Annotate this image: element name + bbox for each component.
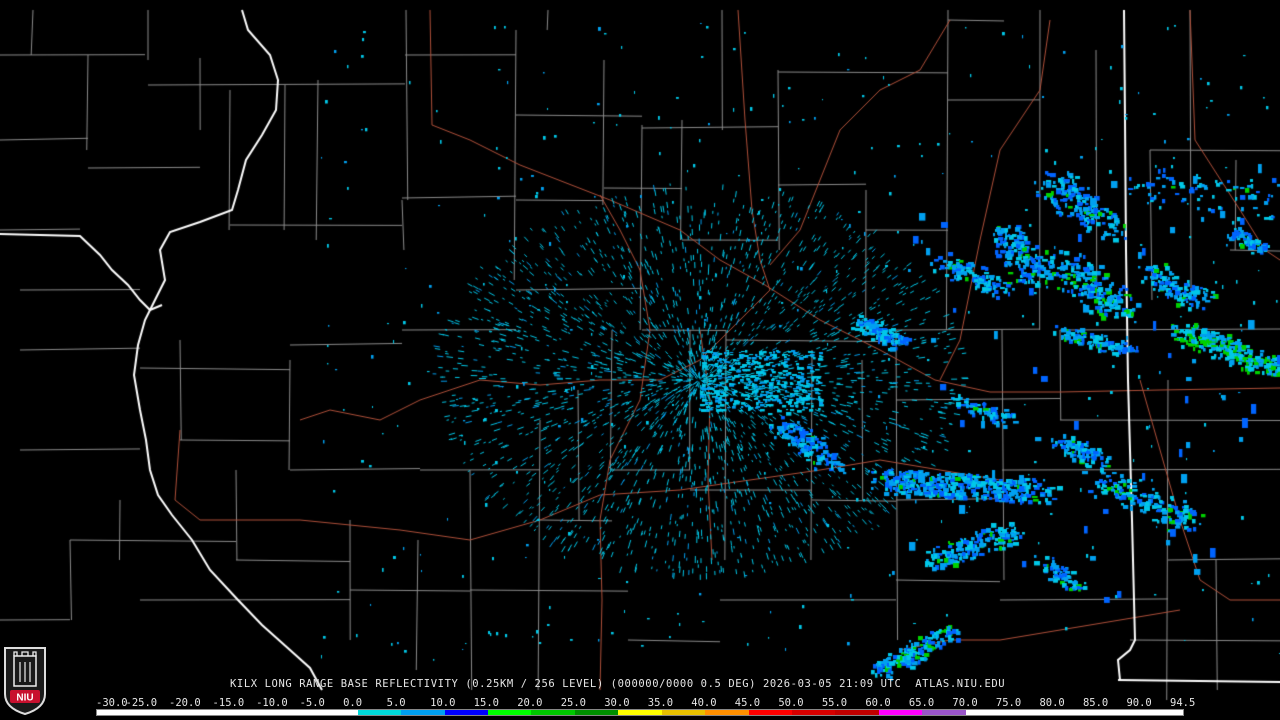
scale-label: 55.0 [821,697,848,709]
scale-label: 75.0 [995,697,1022,709]
scale-label: 35.0 [647,697,674,709]
color-bar-segment [314,710,358,715]
logo-text: NIU [16,693,33,704]
color-bar-segment [1139,710,1183,715]
color-bar-segment [661,710,706,715]
scale-label: 5.0 [386,697,406,709]
scale-label: 25.0 [560,697,587,709]
scale-label: -10.0 [256,697,288,709]
scale-label: -25.0 [125,697,158,709]
scale-label: 70.0 [952,697,978,709]
color-bar-segment [444,710,488,715]
scale-label: 65.0 [908,697,935,709]
color-bar-segment [922,710,966,715]
color-bar-segment [227,710,271,715]
scale-label: 50.0 [778,697,804,709]
color-bar-segment [878,710,923,715]
scale-label: 90.0 [1126,697,1152,709]
color-bar-segment [401,710,445,715]
scale-label: 45.0 [734,697,761,709]
scale-label: 94.5 [1170,697,1196,709]
color-bar-segment [748,710,792,715]
niu-logo-icon: NIU [4,647,46,716]
scale-label: -5.0 [299,697,325,709]
color-bar-segment [1096,710,1140,715]
color-bar-segment [487,710,532,715]
scale-label: 20.0 [517,697,543,709]
scale-label: -20.0 [169,697,201,709]
radar-display: NIU KILX LONG RANGE BASE REFLECTIVITY (0… [0,0,1280,720]
color-bar-segment [531,710,575,715]
color-bar-segment [965,710,1010,715]
scale-label: 10.0 [430,697,456,709]
reflectivity-color-bar [96,709,1184,716]
scale-label: 30.0 [604,697,630,709]
scale-label: -15.0 [212,697,245,709]
color-bar-segment [183,710,228,715]
reflectivity-scale-labels: -30.0 -25.0 -20.0 -15.0 -10.0 -5.0 0.0 5.0 10.0 1… [96,697,1196,709]
scale-label: 60.0 [865,697,891,709]
radar-map [0,0,1280,720]
color-bar-segment [1009,710,1053,715]
color-bar-segment [835,710,879,715]
color-bar-segment [1052,710,1097,715]
scale-label: -30.0 [96,697,128,709]
scale-label: 0.0 [343,697,363,709]
scale-label: 15.0 [473,697,499,709]
color-bar-segment [705,710,749,715]
color-bar-segment [618,710,662,715]
color-bar-segment [357,710,402,715]
scale-label: 85.0 [1082,697,1109,709]
color-bar-segment [792,710,836,715]
scale-label: 80.0 [1039,697,1065,709]
product-caption: KILX LONG RANGE BASE REFLECTIVITY (0.25K… [230,678,1006,690]
color-bar-segment [97,710,141,715]
color-bar-segment [270,710,315,715]
color-bar-segment [574,710,619,715]
scale-label: 40.0 [691,697,717,709]
color-bar-segment [140,710,184,715]
